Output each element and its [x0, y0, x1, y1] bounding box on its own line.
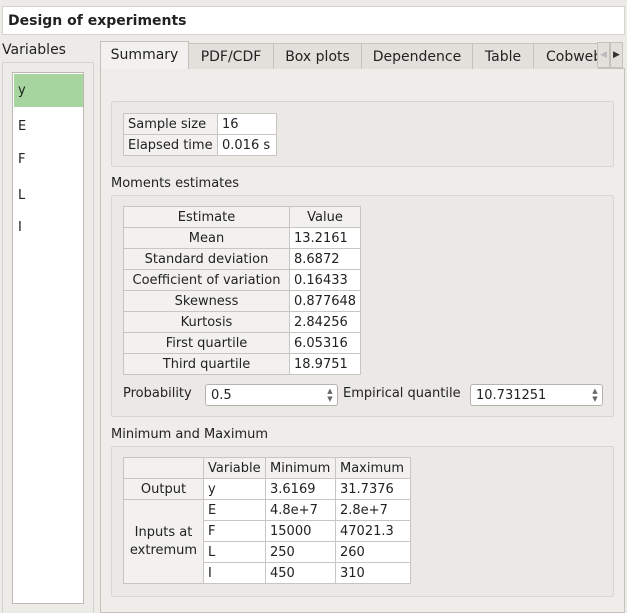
- estimate-name: Third quartile: [123, 353, 290, 375]
- estimate-name: First quartile: [123, 332, 290, 354]
- cell: 250: [265, 541, 336, 563]
- minmax-title: Minimum and Maximum: [111, 427, 269, 442]
- variables-list[interactable]: y E F L I: [12, 72, 84, 604]
- header-blank: [123, 457, 204, 479]
- cell: F: [203, 520, 266, 542]
- output-label: Output: [123, 478, 204, 500]
- info-table: Sample size 16 Elapsed time 0.016 s: [123, 113, 277, 156]
- estimate-name: Standard deviation: [123, 248, 290, 270]
- tab-scroll-right-icon[interactable]: ▶: [610, 42, 623, 68]
- table-header: Estimate Value: [123, 206, 362, 228]
- estimate-value: 18.9751: [288, 353, 362, 375]
- cell: y: [203, 478, 266, 500]
- estimate-name: Kurtosis: [123, 311, 290, 333]
- table-row: Third quartile 18.9751: [123, 353, 362, 375]
- estimate-name: Mean: [123, 227, 290, 249]
- tab-scroll-left-icon[interactable]: ◀: [597, 42, 610, 68]
- table-row: Standard deviation 8.6872: [123, 248, 362, 270]
- quantile-label: Empirical quantile: [343, 386, 461, 401]
- header-minimum: Minimum: [265, 457, 336, 479]
- cell: 450: [265, 562, 336, 584]
- header-estimate: Estimate: [123, 206, 290, 228]
- variable-item-l[interactable]: L: [14, 179, 83, 212]
- table-row: Sample size 16: [123, 113, 277, 135]
- estimate-value: 8.6872: [288, 248, 362, 270]
- estimate-name: Coefficient of variation: [123, 269, 290, 291]
- cell: 260: [335, 541, 411, 563]
- table-row: First quartile 6.05316: [123, 332, 362, 354]
- cell: 15000: [265, 520, 336, 542]
- tab-pdf-cdf[interactable]: PDF/CDF: [188, 43, 274, 69]
- tab-table[interactable]: Table: [472, 43, 534, 69]
- quantile-spinbox[interactable]: 10.731251 ▲ ▼: [470, 384, 603, 406]
- tab-cobweb[interactable]: Cobweb: [533, 43, 599, 69]
- variable-item-f[interactable]: F: [14, 143, 83, 176]
- estimate-value: 0.16433: [288, 269, 362, 291]
- estimate-name: Skewness: [123, 290, 290, 312]
- table-row: Mean 13.2161: [123, 227, 362, 249]
- probability-label: Probability: [123, 386, 192, 401]
- tab-box-plots[interactable]: Box plots: [273, 43, 362, 69]
- variable-item-e[interactable]: E: [14, 110, 83, 143]
- table-row: Skewness 0.877648: [123, 290, 362, 312]
- sample-size-label: Sample size: [123, 113, 218, 135]
- spin-arrows-icon[interactable]: ▲ ▼: [590, 387, 600, 403]
- table-row: Coefficient of variation 0.16433: [123, 269, 362, 291]
- window-title: Design of experiments: [2, 6, 625, 35]
- probability-spinbox[interactable]: 0.5 ▲ ▼: [205, 384, 338, 406]
- estimate-value: 2.84256: [288, 311, 362, 333]
- cell: 47021.3: [335, 520, 411, 542]
- tab-summary[interactable]: Summary: [100, 41, 189, 69]
- table-row: Output y 3.6169 31.7376: [123, 478, 411, 500]
- cell: 4.8e+7: [265, 499, 336, 521]
- cell: 31.7376: [335, 478, 411, 500]
- cell: E: [203, 499, 266, 521]
- cell: 2.8e+7: [335, 499, 411, 521]
- variables-label: Variables: [2, 42, 66, 58]
- quantile-value: 10.731251: [476, 388, 547, 403]
- moments-table: Estimate Value Mean 13.2161 Standard deviat…: [123, 206, 362, 375]
- elapsed-time-value: 0.016 s: [217, 134, 277, 156]
- inputs-label: Inputs at extremum: [123, 499, 204, 584]
- minmax-table: Variable Minimum Maximum Output y 3.6169 31.7…: [123, 457, 411, 584]
- estimate-value: 6.05316: [288, 332, 362, 354]
- variable-item-y[interactable]: y: [14, 74, 83, 107]
- sample-size-value: 16: [217, 113, 277, 135]
- elapsed-time-label: Elapsed time: [123, 134, 218, 156]
- table-row: Elapsed time 0.016 s: [123, 134, 277, 156]
- cell: I: [203, 562, 266, 584]
- header-value: Value: [288, 206, 362, 228]
- probability-value: 0.5: [211, 388, 232, 403]
- table-row: Inputs at extremum E 4.8e+7 2.8e+7: [123, 499, 411, 584]
- cell: 310: [335, 562, 411, 584]
- variable-item-i[interactable]: I: [14, 211, 83, 244]
- header-variable: Variable: [203, 457, 266, 479]
- table-row: Kurtosis 2.84256: [123, 311, 362, 333]
- table-header: Variable Minimum Maximum: [123, 457, 411, 479]
- cell: 3.6169: [265, 478, 336, 500]
- tab-dependence[interactable]: Dependence: [361, 43, 473, 69]
- estimate-value: 13.2161: [288, 227, 362, 249]
- estimate-value: 0.877648: [288, 290, 362, 312]
- spin-arrows-icon[interactable]: ▲ ▼: [325, 387, 335, 403]
- cell: L: [203, 541, 266, 563]
- header-maximum: Maximum: [335, 457, 411, 479]
- moments-title: Moments estimates: [111, 176, 240, 191]
